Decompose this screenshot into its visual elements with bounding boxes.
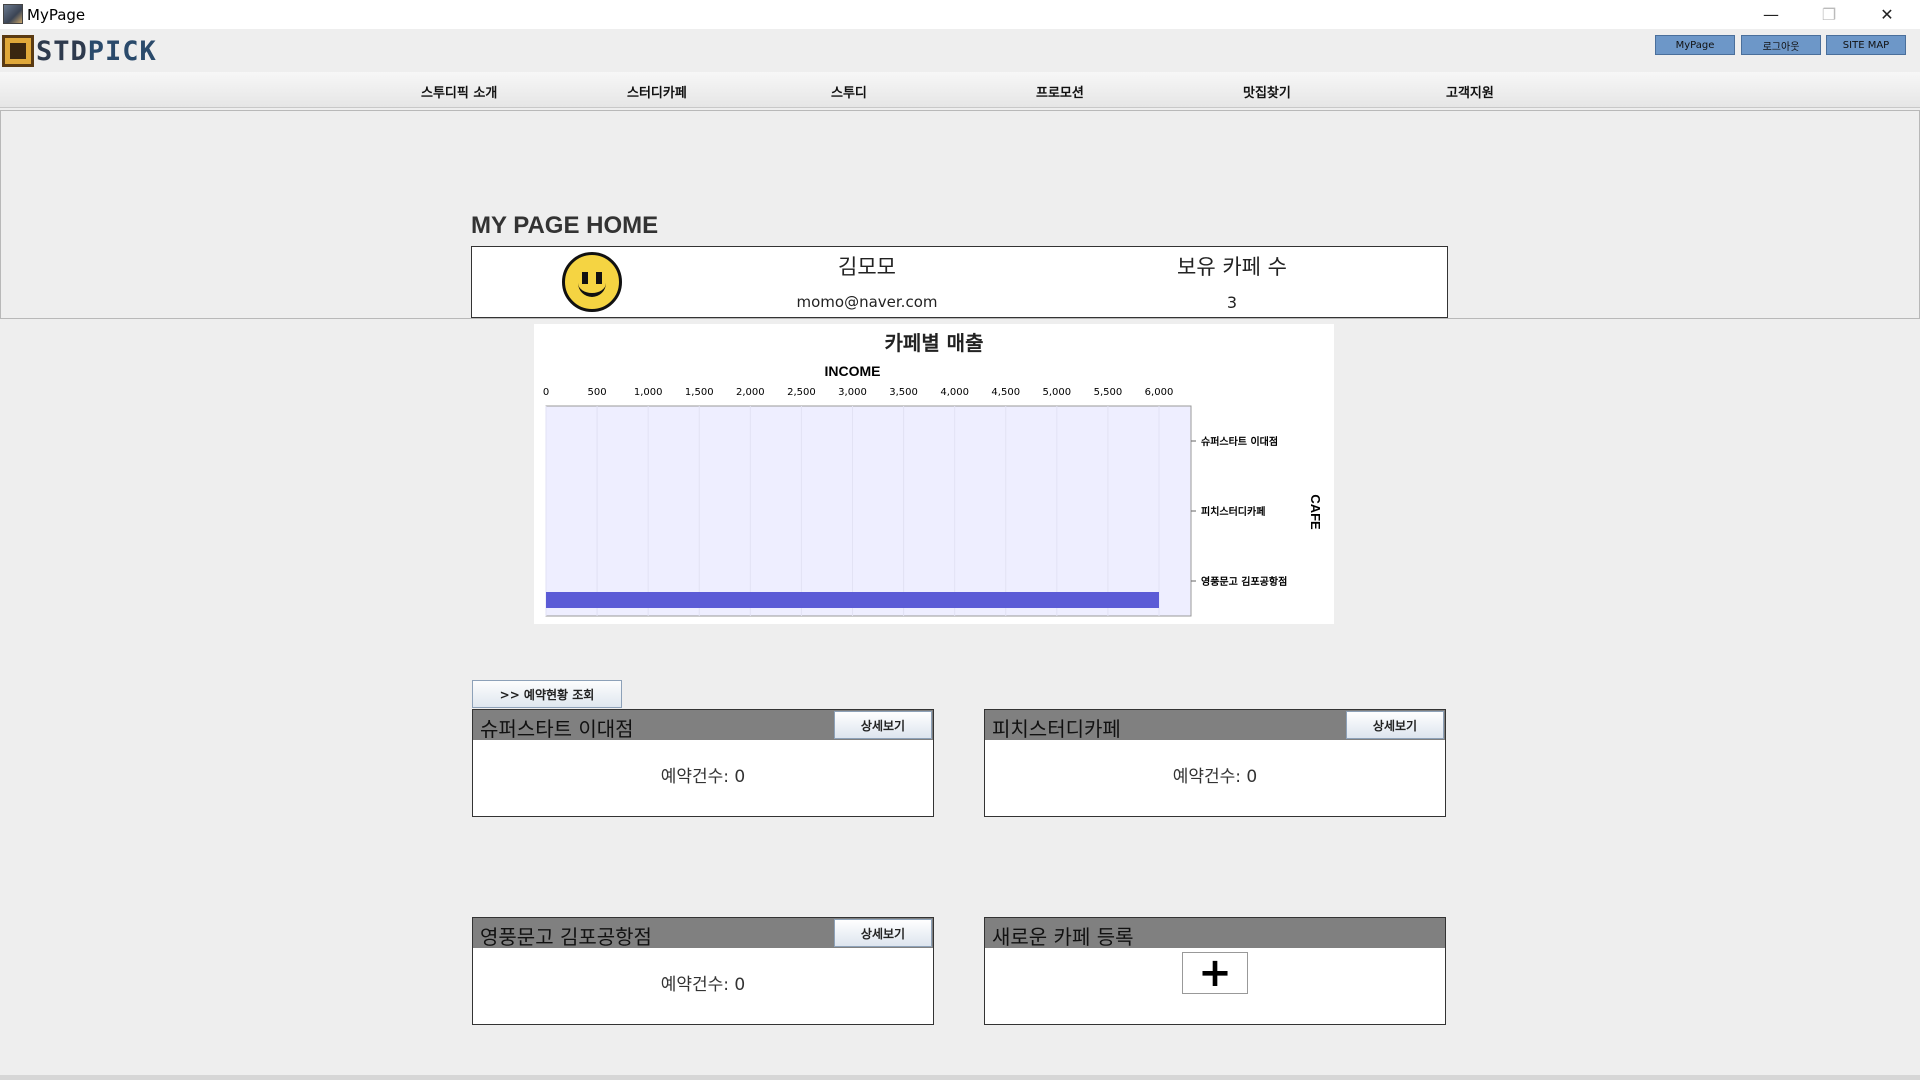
header [0, 29, 1920, 72]
y-axis-label: CAFE [1308, 494, 1323, 530]
app-icon [3, 4, 23, 24]
detail-button[interactable]: 상세보기 [1346, 711, 1444, 739]
new-cafe-label: 새로운 카페 등록 [992, 925, 1134, 949]
y-tick-label: 피치스터디카페 [1201, 505, 1265, 518]
x-tick-label: 1,500 [685, 387, 714, 398]
reservation-count: 예약건수: 0 [660, 767, 746, 787]
page-title: MY PAGE HOME [471, 212, 659, 239]
new-cafe-card: 새로운 카페 등록 + [984, 917, 1446, 1025]
cafe-card: 슈퍼스타트 이대점 상세보기 예약건수: 0 [472, 709, 934, 817]
reservation-status-button[interactable]: >> 예약현황 조회 [472, 680, 622, 708]
x-tick-label: 0 [543, 387, 549, 398]
x-axis-label: INCOME [825, 363, 881, 379]
cafe-name: 피치스터디카페 [992, 717, 1121, 741]
x-tick-label: 1,000 [634, 387, 663, 398]
logo-icon [2, 35, 34, 67]
cafe-name: 영풍문고 김포공항점 [480, 925, 652, 949]
cafe-card: 피치스터디카페 상세보기 예약건수: 0 [984, 709, 1446, 817]
profile-email: momo@naver.com [796, 293, 938, 311]
nav-item-about[interactable]: 스투디픽 소개 [421, 82, 497, 101]
x-tick-label: 4,000 [940, 387, 969, 398]
main-nav: 스투디픽 소개 스터디카페 스투디 프로모션 맛집찾기 고객지원 [0, 72, 1920, 108]
y-tick-label: 영풍문고 김포공항점 [1201, 575, 1287, 588]
profile-box: 김모모 momo@naver.com 보유 카페 수 3 [471, 246, 1448, 318]
reservation-count: 예약건수: 0 [660, 975, 746, 995]
detail-button[interactable]: 상세보기 [834, 711, 932, 739]
card-header: 새로운 카페 등록 [985, 918, 1445, 949]
reservation-count: 예약건수: 0 [1172, 767, 1258, 787]
card-header: 피치스터디카페 상세보기 [985, 710, 1445, 741]
nav-item-studycafe[interactable]: 스터디카페 [627, 82, 687, 101]
window-titlebar: MyPage — ❐ ✕ [0, 0, 1920, 29]
nav-item-promotion[interactable]: 프로모션 [1036, 82, 1084, 101]
window-bottom-edge [0, 1075, 1920, 1080]
x-tick-label: 6,000 [1145, 387, 1174, 398]
sales-chart: 카페별 매출 INCOME 0 500 1,000 1,500 2,000 2,500 3,0… [534, 324, 1334, 624]
chart-canvas: INCOME 0 500 1,000 1,500 2,000 2,500 3,000 3,500… [543, 363, 1323, 617]
window-title: MyPage [27, 6, 86, 24]
mypage-button[interactable]: MyPage [1655, 35, 1735, 55]
logo-text: STDPICK [36, 35, 157, 67]
cafe-card: 영풍문고 김포공항점 상세보기 예약건수: 0 [472, 917, 934, 1025]
card-header: 슈퍼스타트 이대점 상세보기 [473, 710, 933, 741]
maximize-button[interactable]: ❐ [1800, 0, 1858, 29]
cafe-count-value: 3 [1226, 293, 1238, 312]
x-tick-label: 3,000 [838, 387, 867, 398]
nav-item-support[interactable]: 고객지원 [1446, 82, 1494, 101]
detail-button[interactable]: 상세보기 [834, 919, 932, 947]
x-tick-label: 2,500 [787, 387, 816, 398]
minimize-button[interactable]: — [1742, 0, 1800, 29]
close-button[interactable]: ✕ [1858, 0, 1916, 29]
y-tick-label: 슈퍼스타트 이대점 [1201, 435, 1278, 448]
bar [546, 592, 1159, 608]
x-tick-label: 500 [588, 387, 607, 398]
nav-item-study[interactable]: 스투디 [831, 82, 867, 101]
sitemap-button[interactable]: SITE MAP [1826, 35, 1906, 55]
logout-button[interactable]: 로그아웃 [1741, 35, 1821, 55]
add-cafe-plus-icon[interactable]: + [1182, 950, 1248, 996]
x-tick-label: 5,000 [1043, 387, 1072, 398]
logo[interactable]: STDPICK [2, 33, 157, 69]
cafe-count-label: 보유 카페 수 [1177, 255, 1287, 279]
nav-item-restaurant[interactable]: 맛집찾기 [1243, 82, 1291, 101]
plot-area [545, 405, 1192, 617]
cafe-name: 슈퍼스타트 이대점 [480, 717, 634, 741]
card-header: 영풍문고 김포공항점 상세보기 [473, 918, 933, 949]
x-tick-label: 3,500 [889, 387, 918, 398]
x-tick-label: 4,500 [991, 387, 1020, 398]
x-tick-label: 5,500 [1094, 387, 1123, 398]
x-tick-label: 2,000 [736, 387, 765, 398]
avatar-smiley-icon [562, 252, 622, 312]
profile-name: 김모모 [838, 255, 896, 279]
